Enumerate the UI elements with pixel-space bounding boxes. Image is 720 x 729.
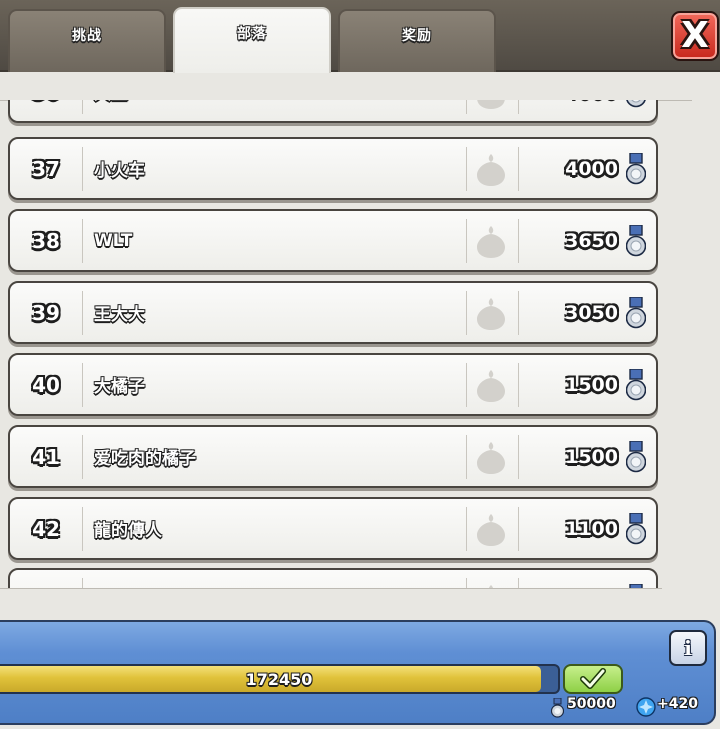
player-name: 爱吃肉的橘子 — [94, 449, 196, 469]
ranking-row[interactable]: 38 WLT 3650 — [8, 209, 658, 272]
reward-panel: 172450 i 50000 +420 — [0, 620, 716, 725]
rank-number: 37 — [32, 156, 60, 181]
tab-challenge[interactable]: 挑战 — [8, 9, 166, 72]
ranking-row[interactable]: 42 龍的傳人 1100 — [8, 497, 658, 560]
rank-number: 39 — [32, 300, 60, 325]
row-divider — [82, 147, 83, 191]
row-divider — [466, 219, 467, 263]
ranking-row[interactable]: 39 王大大 3050 — [8, 281, 658, 344]
row-divider — [82, 100, 83, 114]
row-divider — [466, 507, 467, 551]
trophy-count: 1500 — [565, 445, 618, 468]
row-divider — [518, 363, 519, 407]
medal-icon — [626, 441, 646, 473]
rank-number: 38 — [32, 228, 60, 253]
row-divider — [466, 100, 467, 114]
clan-badge-placeholder-icon — [477, 154, 505, 186]
player-name: 大橘子 — [94, 377, 145, 397]
close-button[interactable]: X — [671, 11, 719, 61]
tab-label: 奖励 — [402, 28, 432, 44]
rank-number: 43 — [10, 570, 82, 590]
medal-icon — [626, 513, 646, 545]
reward-gems-value: +420 — [657, 696, 698, 712]
row-divider — [82, 507, 83, 551]
row-divider — [82, 363, 83, 407]
row-divider — [518, 507, 519, 551]
trophy-count: 1500 — [565, 373, 618, 396]
reward-progress-bar: 172450 — [0, 664, 560, 694]
medal-icon — [626, 100, 646, 108]
row-divider — [82, 219, 83, 263]
row-divider — [82, 435, 83, 479]
medal-icon — [626, 297, 646, 329]
player-name: 小火车 — [94, 161, 145, 181]
tab-label: 挑战 — [72, 28, 102, 44]
info-icon: i — [684, 636, 692, 660]
ranking-list[interactable]: 36 天王 4000 37 小火车 4000 38 WLT 3650 39 王大大 3050 40 大橘子… — [0, 100, 662, 589]
rank-number: 40 — [32, 372, 60, 397]
player-name: WLT — [94, 230, 133, 251]
row-divider — [518, 435, 519, 479]
clan-badge-placeholder-icon — [477, 100, 505, 109]
row-divider — [518, 219, 519, 263]
medal-icon — [551, 698, 564, 718]
player-name: 龍的傳人 — [94, 521, 162, 541]
medal-icon — [626, 369, 646, 401]
player-name: 王大大 — [94, 305, 145, 325]
trophy-count: 1100 — [565, 517, 618, 540]
trophy-count: 3650 — [565, 229, 618, 252]
clan-badge-placeholder-icon — [477, 298, 505, 330]
tab-clan[interactable]: 部落 — [173, 7, 331, 73]
row-divider — [518, 291, 519, 335]
progress-value: 172450 — [245, 669, 313, 689]
clan-badge-placeholder-icon — [477, 370, 505, 402]
trophy-count: 4000 — [565, 157, 618, 180]
trophy-count: 1000 — [565, 570, 618, 590]
ranking-row[interactable]: 43 1000 — [8, 568, 658, 589]
ranking-row[interactable]: 41 爱吃肉的橘子 1500 — [8, 425, 658, 488]
close-icon: X — [681, 15, 709, 56]
rank-number: 42 — [32, 516, 60, 541]
completed-badge — [563, 664, 623, 694]
tab-bar: 挑战 部落 奖励 X — [0, 0, 720, 73]
ranking-row[interactable]: 40 大橘子 1500 — [8, 353, 658, 416]
medal-icon — [626, 225, 646, 257]
row-divider — [466, 363, 467, 407]
tab-label: 部落 — [237, 26, 267, 42]
row-divider — [466, 291, 467, 335]
ranking-row[interactable]: 37 小火车 4000 — [8, 137, 658, 200]
reward-medals-value: 50000 — [567, 696, 616, 712]
row-divider — [518, 100, 519, 114]
trophy-count: 4000 — [565, 100, 618, 121]
trophy-count: 3050 — [565, 301, 618, 324]
row-divider — [466, 147, 467, 191]
clan-badge-placeholder-icon — [477, 442, 505, 474]
tab-rewards[interactable]: 奖励 — [338, 9, 496, 72]
rank-number: 41 — [32, 444, 60, 469]
row-divider — [82, 291, 83, 335]
list-bottom-divider — [0, 588, 662, 589]
gem-icon — [636, 697, 656, 717]
clan-badge-placeholder-icon — [477, 226, 505, 258]
player-name: 天王 — [94, 100, 128, 121]
ranking-row[interactable]: 36 天王 4000 — [8, 100, 658, 123]
row-divider — [466, 435, 467, 479]
medal-icon — [626, 153, 646, 185]
info-button[interactable]: i — [669, 630, 707, 666]
rank-number: 36 — [10, 100, 82, 121]
clan-badge-placeholder-icon — [477, 514, 505, 546]
checkmark-icon — [580, 668, 606, 689]
row-divider — [518, 147, 519, 191]
